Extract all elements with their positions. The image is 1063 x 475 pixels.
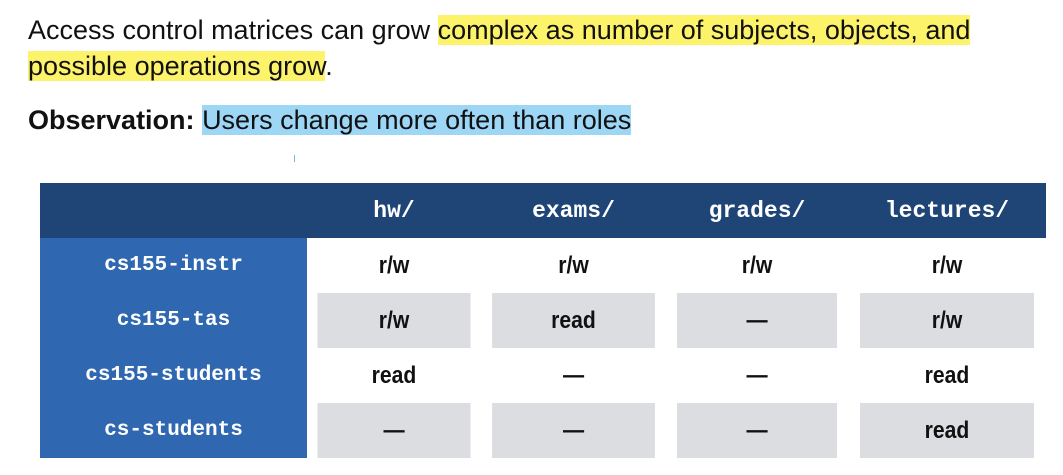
- permission-cell: r/w: [317, 238, 471, 293]
- permission-cell: —: [317, 403, 471, 458]
- access-control-matrix: hw/ exams/ grades/ lectures/ cs155-instr…: [40, 183, 1046, 458]
- intro-period: .: [325, 51, 333, 81]
- table-row: cs155-instr r/w r/w r/w r/w: [40, 238, 1046, 293]
- permission-cell: r/w: [859, 238, 1035, 293]
- permission-cell: —: [676, 403, 838, 458]
- row-header-cs-students: cs-students: [40, 403, 307, 458]
- permission-cell: read: [859, 348, 1035, 403]
- permission-cell: r/w: [492, 238, 655, 293]
- observation-line: Observation: Users change more often tha…: [28, 102, 632, 138]
- table-row: cs155-students read — — read: [40, 348, 1046, 403]
- permission-cell: —: [676, 293, 838, 348]
- column-header-exams: exams/: [481, 183, 666, 238]
- intro-text: Access control matrices can grow: [28, 15, 438, 45]
- column-header-lectures: lectures/: [848, 183, 1046, 238]
- permission-cell: —: [492, 348, 655, 403]
- row-header-cs155-instr: cs155-instr: [40, 238, 307, 293]
- column-header-hw: hw/: [307, 183, 481, 238]
- observation-highlight: Users change more often than roles: [202, 105, 632, 135]
- matrix-header-row: hw/ exams/ grades/ lectures/: [40, 183, 1046, 238]
- intro-paragraph: Access control matrices can grow complex…: [28, 12, 1048, 84]
- permission-cell: r/w: [317, 293, 471, 348]
- permission-cell: r/w: [859, 293, 1035, 348]
- cursor-mark: [294, 155, 295, 162]
- row-header-cs155-students: cs155-students: [40, 348, 307, 403]
- permission-cell: read: [492, 293, 655, 348]
- column-header-grades: grades/: [666, 183, 848, 238]
- table-row: cs155-tas r/w read — r/w: [40, 293, 1046, 348]
- row-header-cs155-tas: cs155-tas: [40, 293, 307, 348]
- permission-cell: —: [492, 403, 655, 458]
- permission-cell: r/w: [676, 238, 838, 293]
- permission-cell: read: [317, 348, 471, 403]
- table-row: cs-students — — — read: [40, 403, 1046, 458]
- permission-cell: read: [859, 403, 1035, 458]
- matrix-corner-cell: [40, 183, 307, 238]
- permission-cell: —: [676, 348, 838, 403]
- observation-label: Observation:: [28, 105, 195, 135]
